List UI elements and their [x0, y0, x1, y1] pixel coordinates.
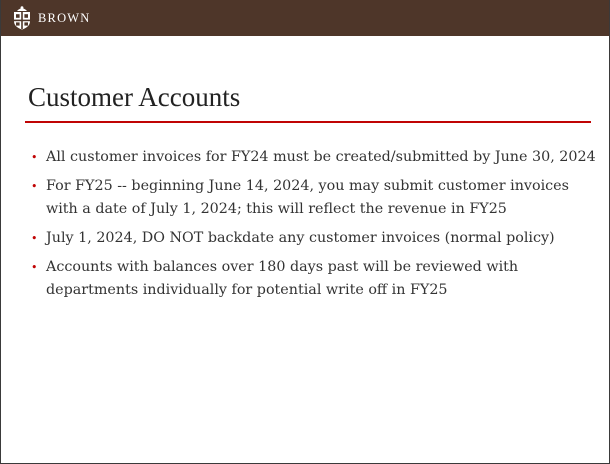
header-bar: BROWN [1, 0, 609, 36]
brown-shield-icon [13, 6, 31, 30]
bullet-text: Accounts with balances over 180 days pas… [46, 259, 519, 298]
bullet-dot-icon: • [31, 261, 38, 274]
bullet-dot-icon: • [31, 232, 38, 245]
bullet-dot-icon: • [31, 180, 38, 193]
slide-title: Customer Accounts [28, 82, 241, 112]
bullet-text: All customer invoices for FY24 must be c… [46, 149, 596, 165]
bullet-item: • Accounts with balances over 180 days p… [31, 256, 596, 302]
bullet-item: • All customer invoices for FY24 must be… [31, 146, 596, 169]
bullet-text: July 1, 2024, DO NOT backdate any custom… [46, 230, 555, 246]
slide: BROWN Customer Accounts • All customer i… [0, 0, 610, 464]
bullet-list: • All customer invoices for FY24 must be… [31, 146, 596, 308]
bullet-item: • For FY25 -- beginning June 14, 2024, y… [31, 175, 596, 221]
brown-wordmark: BROWN [38, 10, 91, 25]
bullet-text: For FY25 -- beginning June 14, 2024, you… [46, 178, 569, 217]
bullet-dot-icon: • [31, 151, 38, 164]
bullet-item: • July 1, 2024, DO NOT backdate any cust… [31, 227, 596, 250]
title-underline [25, 121, 591, 123]
brown-logo: BROWN [13, 6, 91, 30]
